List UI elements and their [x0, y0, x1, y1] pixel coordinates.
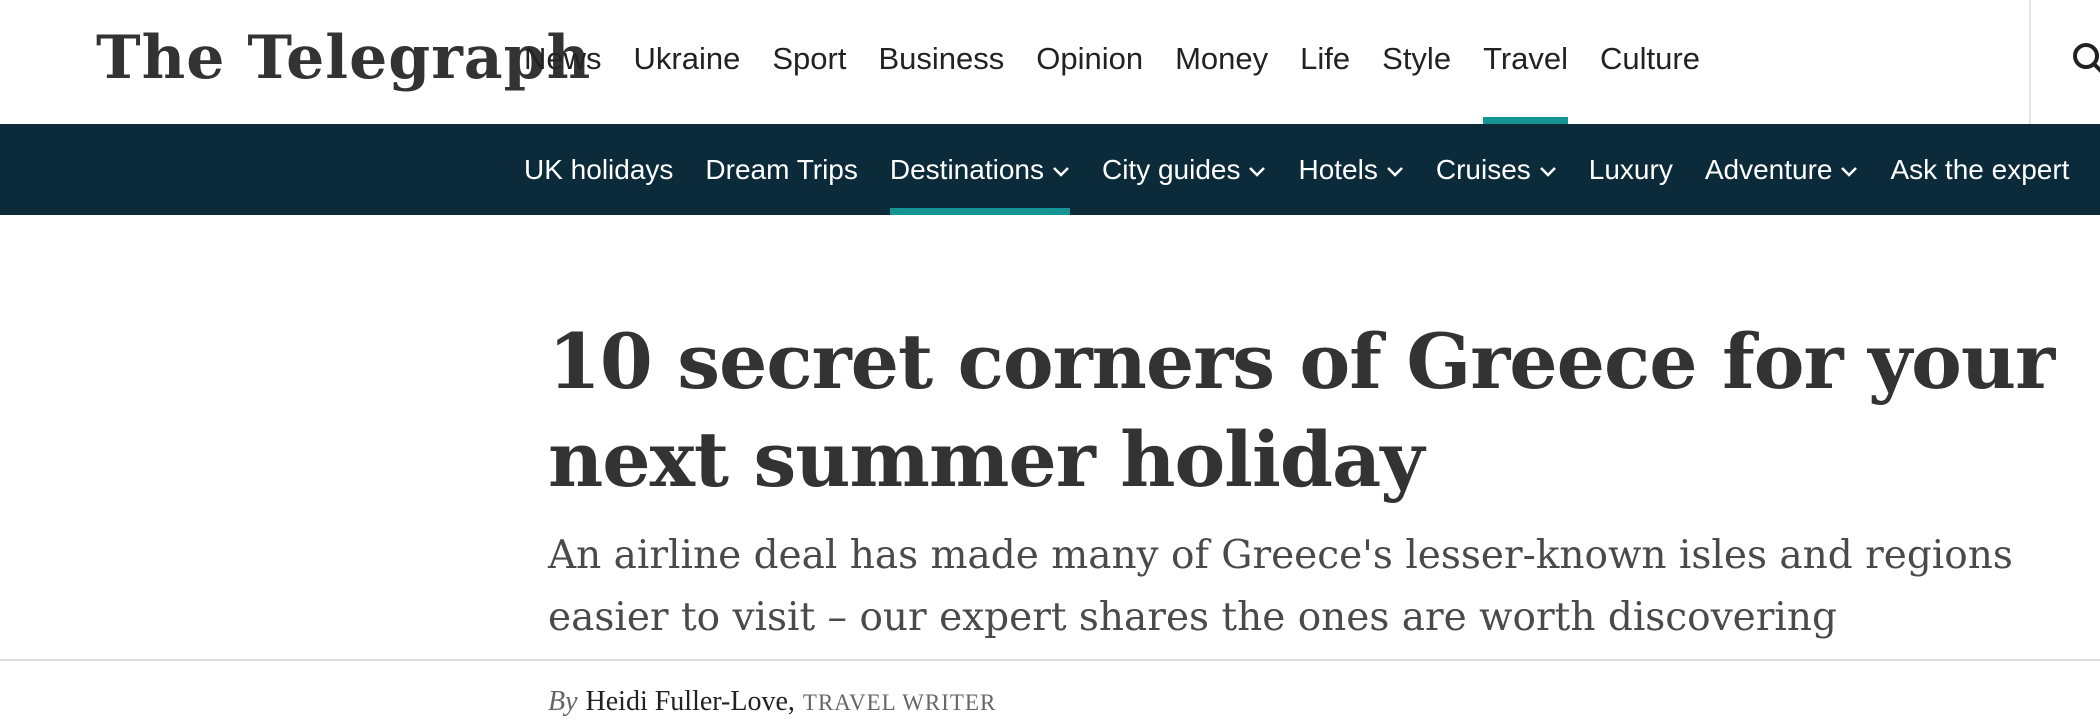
main-nav-item-business[interactable]: Business [862, 0, 1020, 124]
chevron-down-icon [1249, 166, 1266, 177]
section-nav-label: Ask the expert [1890, 153, 2070, 185]
chevron-down-icon [1841, 166, 1858, 177]
section-nav-label: City guides [1101, 153, 1241, 185]
section-nav: UK holidays Dream Trips Destinations Cit… [0, 124, 2100, 215]
section-nav-item-destinations[interactable]: Destinations [874, 124, 1086, 215]
chevron-down-icon [1053, 166, 1069, 177]
section-nav-item-uk-holidays[interactable]: UK holidays [508, 124, 689, 215]
main-nav-item-money[interactable]: Money [1159, 0, 1284, 124]
section-nav-item-hotels[interactable]: Hotels [1282, 124, 1419, 215]
section-nav-label: Dream Trips [705, 153, 858, 185]
main-nav-item-ukraine[interactable]: Ukraine [618, 0, 757, 124]
section-nav-label: Hotels [1298, 153, 1378, 185]
section-nav-item-ask-the-expert[interactable]: Ask the expert [1874, 124, 2085, 215]
main-nav-item-culture[interactable]: Culture [1584, 0, 1716, 124]
main-nav: News Ukraine Sport Business Opinion Mone… [508, 0, 1716, 124]
section-nav-label: UK holidays [524, 153, 674, 185]
section-nav-label: Luxury [1588, 153, 1673, 185]
masthead-divider [2029, 0, 2031, 124]
section-nav-items: UK holidays Dream Trips Destinations Cit… [508, 124, 2085, 215]
section-nav-item-adventure[interactable]: Adventure [1689, 124, 1875, 215]
article-headline: 10 secret corners of Greece for your nex… [548, 316, 2055, 504]
byline: By Heidi Fuller-Love, TRAVEL WRITER [548, 686, 996, 724]
main-nav-item-news[interactable]: News [508, 0, 618, 124]
main-nav-item-opinion[interactable]: Opinion [1020, 0, 1159, 124]
byline-prefix: By [548, 686, 578, 717]
article-standfirst: An airline deal has made many of Greece'… [548, 533, 2013, 640]
search-icon[interactable] [2070, 40, 2100, 80]
main-nav-item-sport[interactable]: Sport [756, 0, 862, 124]
byline-separator: , [787, 686, 795, 717]
section-nav-label: Adventure [1704, 153, 1833, 185]
chevron-down-icon [1539, 166, 1556, 177]
section-nav-item-city-guides[interactable]: City guides [1086, 124, 1283, 215]
chevron-down-icon [1386, 166, 1403, 177]
section-nav-item-luxury[interactable]: Luxury [1573, 124, 1689, 215]
masthead: The Telegraph News Ukraine Sport Busines… [0, 0, 2100, 124]
byline-role: TRAVEL WRITER [802, 690, 997, 715]
main-nav-item-style[interactable]: Style [1366, 0, 1467, 124]
section-nav-label: Destinations [889, 153, 1044, 185]
section-nav-item-dream-trips[interactable]: Dream Trips [689, 124, 873, 215]
section-nav-item-cruises[interactable]: Cruises [1420, 124, 1573, 215]
section-nav-label: Cruises [1435, 153, 1531, 185]
main-nav-item-life[interactable]: Life [1284, 0, 1366, 124]
page: The Telegraph News Ukraine Sport Busines… [0, 0, 2100, 724]
main-nav-item-travel[interactable]: Travel [1467, 0, 1584, 124]
byline-author-link[interactable]: Heidi Fuller-Love [586, 686, 788, 717]
divider [0, 659, 2100, 661]
